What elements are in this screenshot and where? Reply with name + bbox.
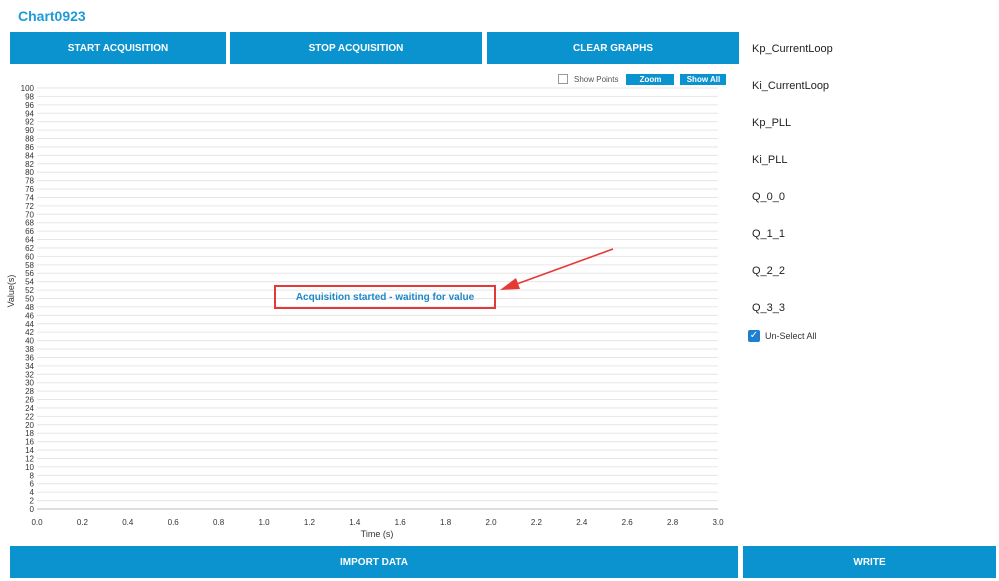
x-tick-label: 0.0 <box>31 518 43 527</box>
x-tick-label: 2.8 <box>667 518 679 527</box>
import-data-button[interactable]: IMPORT DATA <box>10 546 738 578</box>
chart[interactable]: 0246810121416182022242628303234363840424… <box>0 66 740 542</box>
y-tick-label: 40 <box>25 337 34 346</box>
y-tick-label: 98 <box>25 92 34 101</box>
unselect-all[interactable]: ✓ Un-Select All <box>748 330 817 342</box>
y-tick-label: 22 <box>25 412 34 421</box>
signal-item-kp-pll[interactable]: Kp_PLL <box>752 117 791 129</box>
y-tick-label: 56 <box>25 269 34 278</box>
x-tick-label: 1.0 <box>258 518 270 527</box>
y-tick-label: 10 <box>25 463 34 472</box>
signal-item-q-3-3[interactable]: Q_3_3 <box>752 302 785 314</box>
write-button[interactable]: WRITE <box>743 546 996 578</box>
x-axis-ticks: 0.0 0.2 0.4 0.6 0.8 1.0 1.2 1.4 1.6 1.8 2.0 2.2 2.4 2… <box>31 518 724 527</box>
y-tick-label: 72 <box>25 202 34 211</box>
signal-item-q-0-0[interactable]: Q_0_0 <box>752 191 785 203</box>
y-tick-label: 28 <box>25 387 34 396</box>
x-tick-label: 1.8 <box>440 518 452 527</box>
y-tick-label: 38 <box>25 345 34 354</box>
y-tick-label: 24 <box>25 404 34 413</box>
x-tick-label: 1.4 <box>349 518 361 527</box>
y-tick-label: 88 <box>25 135 34 144</box>
y-tick-label: 82 <box>25 160 34 169</box>
y-tick-label: 2 <box>30 497 35 506</box>
y-tick-label: 26 <box>25 396 34 405</box>
y-tick-label: 96 <box>25 101 34 110</box>
x-tick-label: 0.6 <box>168 518 180 527</box>
x-tick-label: 3.0 <box>712 518 724 527</box>
y-tick-label: 4 <box>30 488 35 497</box>
y-tick-label: 32 <box>25 370 34 379</box>
x-axis-label: Time (s) <box>361 529 394 539</box>
status-annotation: Acquisition started - waiting for value <box>274 248 614 309</box>
y-tick-label: 52 <box>25 286 34 295</box>
y-tick-label: 90 <box>25 126 34 135</box>
y-tick-label: 14 <box>25 446 34 455</box>
y-tick-label: 20 <box>25 421 34 430</box>
signal-item-kp-currentloop[interactable]: Kp_CurrentLoop <box>752 43 833 55</box>
y-tick-label: 92 <box>25 118 34 127</box>
y-tick-label: 70 <box>25 210 34 219</box>
annotation-arrow-head <box>500 278 520 290</box>
unselect-all-checkbox[interactable]: ✓ <box>748 330 760 342</box>
y-tick-label: 94 <box>25 109 34 118</box>
y-tick-label: 76 <box>25 185 34 194</box>
y-tick-label: 12 <box>25 454 34 463</box>
y-tick-label: 64 <box>25 236 34 245</box>
y-tick-label: 44 <box>25 320 34 329</box>
y-tick-label: 46 <box>25 311 34 320</box>
y-tick-label: 60 <box>25 252 34 261</box>
y-tick-label: 100 <box>21 84 35 93</box>
y-tick-label: 86 <box>25 143 34 152</box>
start-acquisition-button[interactable]: START ACQUISITION <box>10 32 226 64</box>
x-tick-label: 2.6 <box>622 518 634 527</box>
y-tick-label: 42 <box>25 328 34 337</box>
y-tick-label: 84 <box>25 151 34 160</box>
clear-graphs-button[interactable]: CLEAR GRAPHS <box>487 32 739 64</box>
x-tick-label: 1.2 <box>304 518 316 527</box>
x-tick-label: 0.8 <box>213 518 225 527</box>
y-tick-label: 62 <box>25 244 34 253</box>
unselect-all-label: Un-Select All <box>765 331 817 341</box>
y-tick-label: 74 <box>25 193 34 202</box>
x-tick-label: 2.0 <box>485 518 497 527</box>
y-tick-label: 48 <box>25 303 34 312</box>
y-tick-label: 16 <box>25 438 34 447</box>
checkmark-icon: ✓ <box>749 330 759 341</box>
y-tick-label: 30 <box>25 379 34 388</box>
y-tick-label: 68 <box>25 219 34 228</box>
y-tick-label: 54 <box>25 278 34 287</box>
y-tick-label: 50 <box>25 295 34 304</box>
app-title: Chart0923 <box>18 8 86 24</box>
y-axis-ticks: 0246810121416182022242628303234363840424… <box>21 84 35 514</box>
x-tick-label: 0.2 <box>77 518 89 527</box>
signal-item-ki-pll[interactable]: Ki_PLL <box>752 154 787 166</box>
signal-item-ki-currentloop[interactable]: Ki_CurrentLoop <box>752 80 829 92</box>
x-tick-label: 0.4 <box>122 518 134 527</box>
y-tick-label: 66 <box>25 227 34 236</box>
x-tick-label: 1.6 <box>395 518 407 527</box>
y-tick-label: 6 <box>30 480 35 489</box>
y-tick-label: 78 <box>25 177 34 186</box>
y-tick-label: 34 <box>25 362 34 371</box>
stop-acquisition-button[interactable]: STOP ACQUISITION <box>230 32 482 64</box>
y-tick-label: 80 <box>25 168 34 177</box>
x-tick-label: 2.4 <box>576 518 588 527</box>
y-tick-label: 0 <box>30 505 35 514</box>
y-tick-label: 18 <box>25 429 34 438</box>
signal-item-q-2-2[interactable]: Q_2_2 <box>752 265 785 277</box>
y-axis-label: Value(s) <box>6 275 16 308</box>
status-message: Acquisition started - waiting for value <box>296 292 475 303</box>
signal-item-q-1-1[interactable]: Q_1_1 <box>752 228 785 240</box>
x-tick-label: 2.2 <box>531 518 543 527</box>
y-tick-label: 58 <box>25 261 34 270</box>
annotation-arrow-line <box>513 248 614 286</box>
y-tick-label: 36 <box>25 353 34 362</box>
y-tick-label: 8 <box>30 471 35 480</box>
